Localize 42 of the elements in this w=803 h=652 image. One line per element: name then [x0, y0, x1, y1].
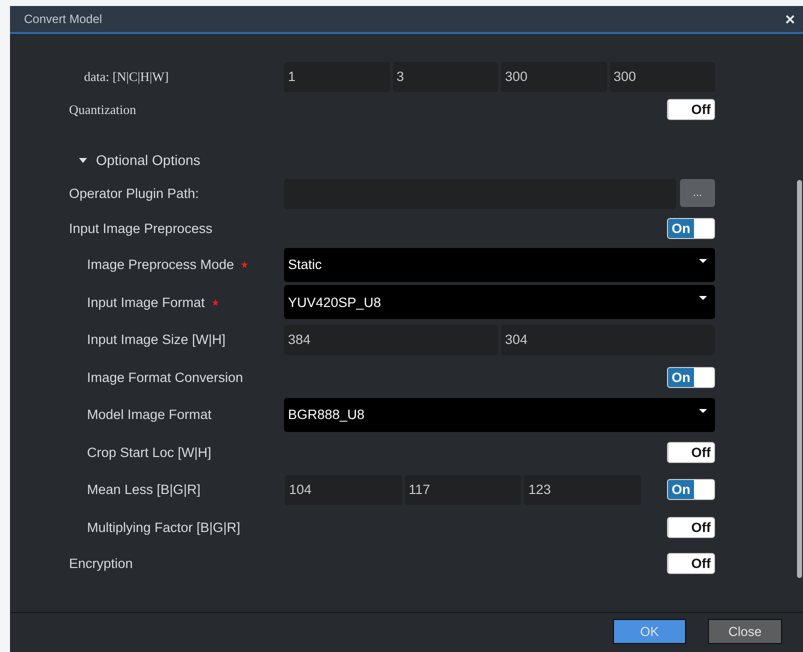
field-label: Operator Plugin Path:: [69, 186, 200, 201]
field-label: Image Preprocess Mode: [69, 257, 284, 272]
field-label: Encryption: [69, 556, 134, 571]
field-label: data: [N|C|H|W]: [83, 68, 170, 84]
dropdown-arrow-icon: [699, 296, 707, 300]
close-button[interactable]: ×: [785, 10, 795, 28]
input-field[interactable]: 300: [501, 62, 606, 92]
input-field[interactable]: 300: [610, 62, 715, 92]
caret-icon: [79, 158, 87, 162]
field-label: Model Image Format: [86, 407, 213, 422]
toggle-switch[interactable]: On: [667, 366, 715, 388]
dropdown[interactable]: BGR888_U8: [284, 398, 715, 432]
dropdown[interactable]: Static: [284, 248, 715, 282]
toggle-switch[interactable]: Off: [667, 516, 715, 538]
section-header[interactable]: Optional Options: [69, 152, 284, 168]
field-label: Input Image Size [W|H]: [86, 332, 227, 348]
field-label: Image Format Conversion: [86, 370, 244, 385]
close-button[interactable]: Close: [708, 619, 782, 644]
input-field[interactable]: 1: [284, 62, 390, 92]
scrollbar[interactable]: [797, 180, 802, 578]
field-label: Crop Start Loc [W|H]: [86, 444, 212, 460]
input-field[interactable]: 304: [501, 324, 715, 355]
toggle-switch[interactable]: On: [667, 479, 715, 500]
toggle-switch[interactable]: Off: [667, 99, 715, 120]
input-field[interactable]: 104: [285, 474, 402, 505]
input-field[interactable]: 123: [524, 474, 642, 505]
dropdown-arrow-icon: [699, 408, 707, 413]
field-label: Input Image Format: [69, 294, 284, 310]
dropdown[interactable]: YUV420SP_U8: [284, 285, 715, 320]
field-label: Input Image Preprocess: [69, 221, 214, 236]
field-label: Quantization: [69, 102, 138, 118]
window-title: Convert Model: [24, 12, 102, 26]
toggle-switch[interactable]: Off: [667, 553, 715, 574]
input-field[interactable]: 117: [404, 474, 522, 505]
input-field[interactable]: 384: [284, 324, 498, 355]
browse-button[interactable]: ...: [680, 178, 715, 206]
dropdown-arrow-icon: [699, 258, 707, 263]
input-field[interactable]: 3: [392, 62, 498, 92]
toggle-switch[interactable]: Off: [667, 442, 715, 463]
field-label: Multiplying Factor [B|G|R]: [86, 520, 242, 535]
field-label: Mean Less [B|G|R]: [86, 482, 202, 498]
toggle-switch[interactable]: On: [667, 218, 715, 239]
